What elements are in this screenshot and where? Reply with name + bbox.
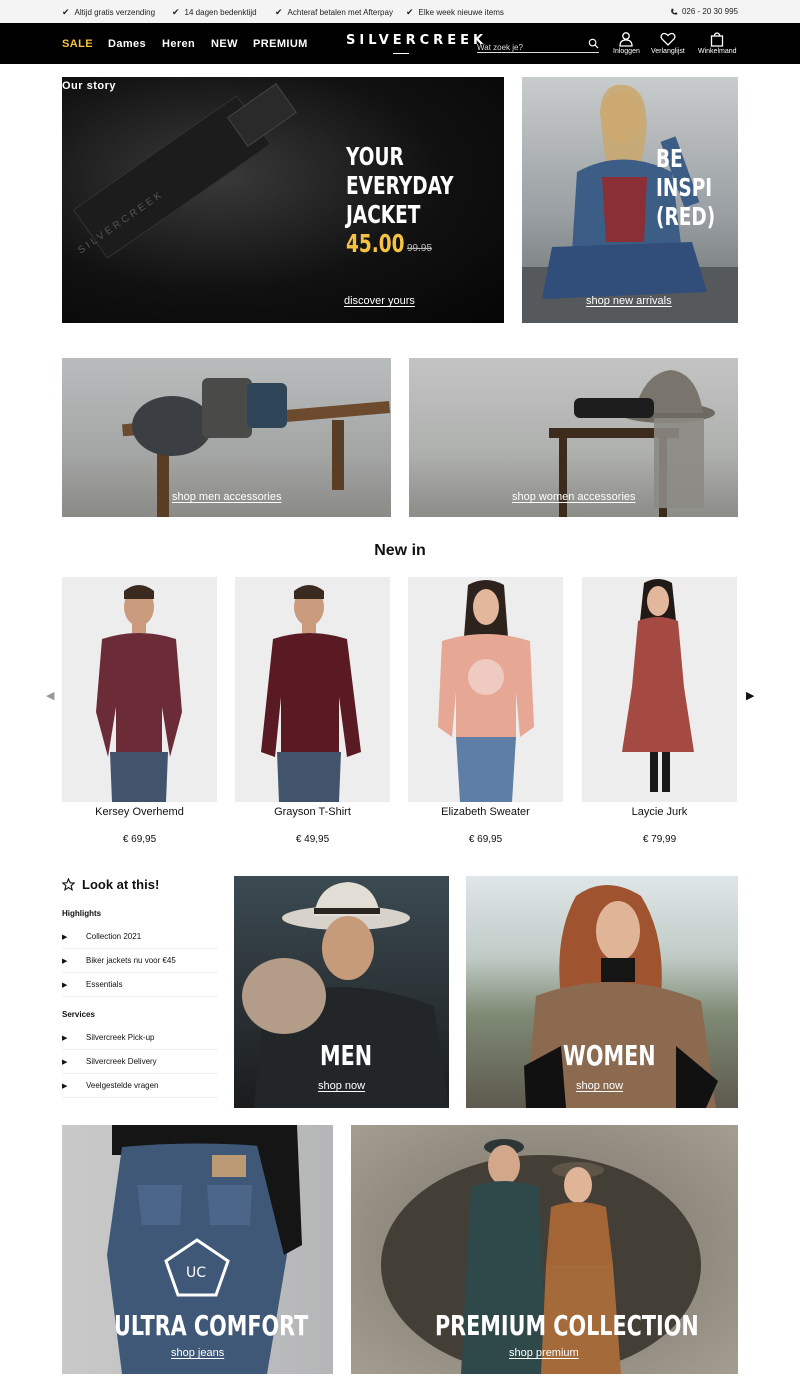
highlights-heading: Highlights	[62, 909, 102, 918]
our-story-link[interactable]: Our story	[62, 80, 116, 92]
shop-men-accessories-link[interactable]: shop men accessories	[172, 491, 281, 503]
product-name[interactable]: Grayson T-Shirt	[235, 806, 390, 818]
hero-old-price: 99.95	[407, 243, 433, 254]
hero-price: 45.00	[346, 229, 405, 258]
nav-link-heren[interactable]: Heren	[162, 38, 195, 50]
highlight-item[interactable]: ▶ Essentials	[62, 973, 218, 997]
hero-headline-line2: EVERYDAY	[346, 171, 454, 200]
caret-right-icon: ▶	[62, 981, 68, 989]
caret-right-icon: ▶	[62, 957, 68, 965]
women-accessories-banner[interactable]: shop women accessories	[409, 358, 738, 517]
shop-women-accessories-link[interactable]: shop women accessories	[512, 491, 636, 503]
usp-item: ✔ Altijd gratis verzending	[62, 7, 156, 17]
grayson-tshirt-photo	[261, 585, 361, 802]
usp-item: ✔ Achteraf betalen met Afterpay	[275, 7, 393, 17]
product-image[interactable]	[408, 577, 563, 802]
caret-right-icon: ▶	[62, 1034, 68, 1042]
carousel-next-arrow[interactable]: ▶	[746, 689, 754, 702]
men-title: MEN	[320, 1039, 373, 1072]
check-icon: ✔	[172, 7, 180, 17]
login-button[interactable]: Inloggen	[613, 31, 640, 55]
ultra-comfort-title: ULTRA COMFORT	[114, 1309, 309, 1342]
nav-link-dames[interactable]: Dames	[108, 38, 146, 50]
product-name[interactable]: Laycie Jurk	[582, 806, 737, 818]
hero-new-arrivals-banner[interactable]: BE INSPI (RED) shop new arrivals	[522, 77, 738, 323]
shop-new-arrivals-link[interactable]: shop new arrivals	[586, 295, 672, 307]
product-price: € 69,95	[122, 834, 157, 845]
site-logo[interactable]: SILVERCREEK	[346, 33, 487, 48]
shop-women-link[interactable]: shop now	[576, 1080, 623, 1092]
search-box	[477, 37, 599, 53]
product-name[interactable]: Kersey Overhemd	[62, 806, 217, 818]
side-headline-line2: INSPI	[656, 173, 713, 202]
shop-jeans-link[interactable]: shop jeans	[171, 1347, 224, 1359]
caret-right-icon: ▶	[62, 1082, 68, 1090]
phone-number[interactable]: 026 - 20 30 995	[670, 7, 738, 16]
check-icon: ✔	[406, 7, 414, 17]
check-icon: ✔	[275, 7, 283, 17]
product-card[interactable]: Laycie Jurk € 79,99	[582, 577, 737, 845]
nav-link-new[interactable]: NEW	[211, 38, 238, 50]
wishlist-button[interactable]: Verlanglijst	[651, 31, 685, 55]
carousel-prev-arrow[interactable]: ◀	[46, 689, 54, 702]
service-item[interactable]: ▶ Silvercreek Pick-up	[62, 1026, 218, 1050]
shopping-bag-icon	[711, 32, 724, 47]
women-model-photo	[524, 885, 718, 1108]
hero-headline-line3: JACKET	[346, 200, 421, 229]
men-accessories-banner[interactable]: shop men accessories	[62, 358, 391, 517]
nav-link-sale[interactable]: SALE	[62, 38, 93, 50]
product-price: € 49,95	[295, 834, 330, 845]
caret-right-icon: ▶	[62, 1058, 68, 1066]
heart-icon	[660, 32, 676, 46]
highlight-item[interactable]: ▶ Collection 2021	[62, 925, 218, 949]
men-model-photo	[242, 882, 449, 1108]
service-item[interactable]: ▶ Silvercreek Delivery	[62, 1050, 218, 1074]
phone-icon	[671, 8, 678, 15]
check-icon: ✔	[62, 7, 70, 17]
shop-men-link[interactable]: shop now	[318, 1080, 365, 1092]
women-category-banner[interactable]: WOMEN shop now	[466, 876, 738, 1108]
star-icon	[62, 878, 75, 891]
main-nav: SALE Dames Heren NEW PREMIUM SILVERCREEK…	[0, 23, 800, 64]
hero-headline-line1: YOUR	[346, 142, 404, 171]
service-item[interactable]: ▶ Veelgestelde vragen	[62, 1074, 218, 1098]
product-price: € 79,99	[642, 834, 677, 845]
highlight-item[interactable]: ▶ Biker jackets nu voor €45	[62, 949, 218, 973]
product-image[interactable]	[62, 577, 217, 802]
hero-jacket-banner[interactable]: SILVERCREEK Our story YOUR EVERYDAY JACK…	[62, 77, 504, 323]
search-icon[interactable]	[588, 38, 599, 49]
product-card[interactable]: Kersey Overhemd € 69,95	[62, 577, 217, 845]
uc-badge-text: UC	[186, 1265, 207, 1281]
kersey-shirt-photo	[96, 585, 182, 802]
nav-link-premium[interactable]: PREMIUM	[253, 38, 308, 50]
new-in-title: New in	[374, 542, 426, 559]
discover-yours-link[interactable]: discover yours	[344, 295, 415, 307]
premium-collection-title: PREMIUM COLLECTION	[435, 1309, 699, 1342]
side-headline-line1: BE	[656, 144, 683, 173]
men-category-banner[interactable]: MEN shop now	[234, 876, 449, 1108]
caret-right-icon: ▶	[62, 933, 68, 941]
product-card[interactable]: Grayson T-Shirt € 49,95	[235, 577, 390, 845]
side-headline-line3: (RED)	[656, 202, 716, 231]
elizabeth-sweater-photo	[438, 580, 534, 802]
laycie-dress-photo	[622, 579, 694, 792]
product-name[interactable]: Elizabeth Sweater	[408, 806, 563, 818]
usp-item: ✔ 14 dagen bedenktijd	[172, 7, 257, 17]
women-title: WOMEN	[563, 1039, 656, 1072]
product-card[interactable]: Elizabeth Sweater € 69,95	[408, 577, 563, 845]
logo-underline	[393, 53, 409, 54]
cart-button[interactable]: Winkelmand	[698, 31, 737, 55]
product-price: € 69,95	[468, 834, 503, 845]
services-heading: Services	[62, 1010, 95, 1019]
user-icon	[619, 32, 634, 47]
usp-item: ✔ Elke week nieuwe items	[406, 7, 504, 17]
look-at-this-heading: Look at this!	[62, 877, 159, 892]
product-image[interactable]	[235, 577, 390, 802]
usp-bar: ✔ Altijd gratis verzending ✔ 14 dagen bede…	[0, 0, 800, 23]
product-image[interactable]	[582, 577, 737, 802]
ultra-comfort-jeans-banner[interactable]: UC ULTRA COMFORT shop jeans	[62, 1125, 333, 1374]
shop-premium-link[interactable]: shop premium	[509, 1347, 579, 1359]
premium-collection-banner[interactable]: PREMIUM COLLECTION shop premium	[351, 1125, 738, 1374]
search-input[interactable]	[477, 43, 577, 52]
